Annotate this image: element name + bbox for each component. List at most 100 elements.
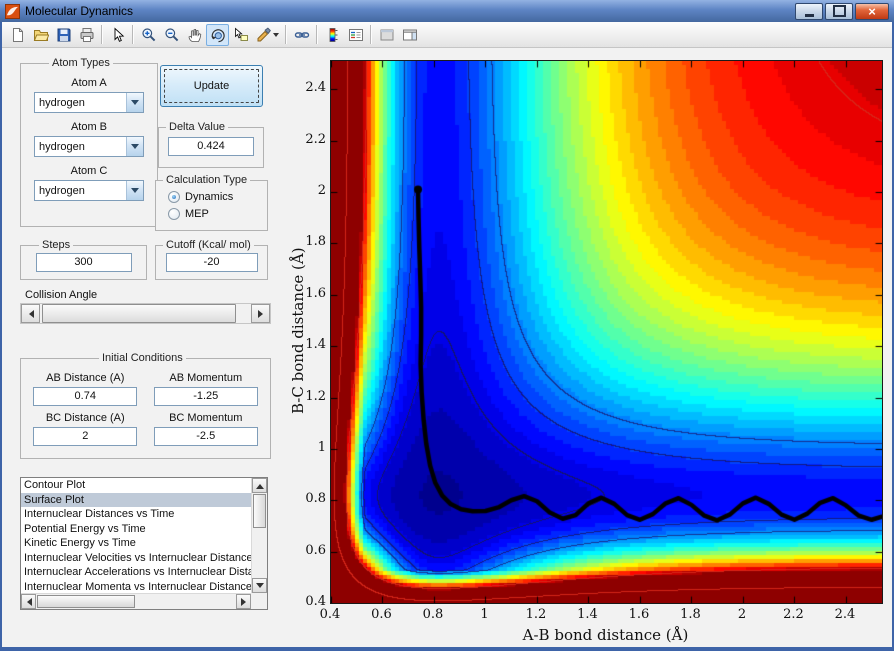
x-tick-label: 1.6	[628, 607, 650, 622]
list-item[interactable]: Internuclear Velocities vs Internuclear …	[21, 551, 251, 566]
ab-distance-field[interactable]: 0.74	[33, 387, 138, 406]
collision-angle-label: Collision Angle	[25, 289, 98, 301]
atom-a-select[interactable]: hydrogen	[34, 92, 144, 113]
brush-icon[interactable]	[252, 24, 282, 46]
delta-value-title: Delta Value	[169, 121, 226, 133]
horizontal-scrollbar[interactable]	[21, 593, 251, 609]
atom-a-label: Atom A	[71, 77, 107, 89]
horizontal-scroll-thumb[interactable]	[37, 595, 135, 608]
plot-type-listbox[interactable]: Contour Plot Surface Plot Internuclear Dis…	[20, 477, 268, 610]
x-axis-label: A-B bond distance (Å)	[522, 626, 689, 644]
initial-conditions-title: Initial Conditions	[102, 352, 183, 364]
radio-dynamics-dot[interactable]	[168, 191, 180, 203]
y-tick-label: 1.8	[305, 234, 326, 250]
edit-plot-arrow-icon[interactable]	[106, 24, 129, 46]
toolbar-separator	[370, 25, 372, 44]
collision-angle-slider[interactable]	[20, 303, 271, 324]
list-item[interactable]: Internuclear Distances vs Time	[21, 507, 251, 522]
zoom-out-icon[interactable]	[160, 24, 183, 46]
rotate-3d-icon[interactable]	[206, 23, 229, 46]
new-document-icon[interactable]	[6, 24, 29, 46]
chevron-down-icon[interactable]	[126, 137, 143, 156]
update-button[interactable]: Update	[160, 65, 263, 107]
y-tick-label: 0.4	[305, 594, 326, 609]
atom-b-label: Atom B	[70, 121, 108, 133]
application-icon	[5, 3, 20, 19]
window-controls: ×	[795, 2, 889, 20]
maximize-button[interactable]	[825, 2, 853, 20]
y-tick-label: 0.8	[305, 491, 326, 507]
close-button[interactable]: ×	[855, 2, 889, 20]
vertical-scrollbar[interactable]	[251, 478, 267, 593]
ab-distance-label: AB Distance (A)	[46, 372, 125, 384]
y-tick-label: 0.6	[305, 542, 326, 558]
cutoff-panel: Cutoff (Kcal/ mol) -20	[155, 239, 268, 280]
calculation-type-title: Calculation Type	[166, 174, 248, 186]
link-plot-icon[interactable]	[290, 24, 313, 46]
bc-distance-field[interactable]: 2	[33, 427, 138, 446]
zoom-in-icon[interactable]	[137, 24, 160, 46]
atom-types-title: Atom Types	[52, 57, 110, 69]
window-title: Molecular Dynamics	[25, 4, 134, 18]
delta-value-field[interactable]: 0.424	[168, 137, 254, 156]
chevron-down-icon[interactable]	[272, 33, 279, 40]
pan-hand-icon[interactable]	[183, 24, 206, 46]
bc-momentum-label: BC Momentum	[169, 412, 243, 424]
cutoff-field[interactable]: -20	[165, 253, 258, 272]
slider-thumb[interactable]	[42, 304, 237, 323]
chevron-down-icon[interactable]	[126, 181, 143, 200]
ab-momentum-field[interactable]: -1.25	[153, 387, 258, 406]
scroll-up-arrow[interactable]	[252, 478, 267, 493]
minimize-button[interactable]	[795, 2, 823, 20]
scroll-left-arrow[interactable]	[21, 594, 36, 609]
hide-plot-tools-icon[interactable]	[375, 24, 398, 46]
show-plot-tools-icon[interactable]	[398, 24, 421, 46]
bc-distance-label: BC Distance (A)	[45, 412, 125, 424]
insert-colorbar-icon[interactable]	[321, 24, 344, 46]
radio-mep-dot[interactable]	[168, 208, 180, 220]
listbox-items: Contour Plot Surface Plot Internuclear Dis…	[21, 478, 251, 593]
scroll-down-arrow[interactable]	[252, 578, 267, 593]
radio-dynamics[interactable]: Dynamics	[168, 191, 263, 203]
list-item[interactable]: Surface Plot	[21, 492, 251, 507]
x-tick-label: 2.4	[834, 607, 856, 622]
y-tick-label: 2.2	[305, 131, 326, 147]
open-folder-icon[interactable]	[29, 24, 52, 46]
radio-mep[interactable]: MEP	[168, 208, 263, 220]
delta-value-panel: Delta Value 0.424	[158, 121, 264, 168]
atom-c-select[interactable]: hydrogen	[34, 180, 144, 201]
data-cursor-icon[interactable]	[229, 24, 252, 46]
scroll-right-arrow[interactable]	[236, 594, 251, 609]
list-item[interactable]: Potential Energy vs Time	[21, 522, 251, 537]
list-item[interactable]: Internuclear Momenta vs Internuclear Dis…	[21, 580, 251, 594]
x-tick-label: 2.2	[783, 607, 804, 622]
list-item[interactable]: Contour Plot	[21, 478, 251, 493]
atom-b-select[interactable]: hydrogen	[34, 136, 144, 157]
y-tick-label: 2	[317, 183, 326, 198]
y-tick-label: 1.4	[305, 337, 326, 353]
initial-conditions-panel: Initial Conditions AB Distance (A) AB Mo…	[20, 352, 271, 459]
steps-field[interactable]: 300	[35, 253, 132, 272]
chevron-down-icon[interactable]	[126, 93, 143, 112]
vertical-scroll-thumb[interactable]	[253, 494, 266, 528]
title-bar[interactable]: Molecular Dynamics ×	[0, 0, 894, 22]
save-icon[interactable]	[52, 24, 75, 46]
contour-plot-canvas	[330, 60, 883, 604]
x-tick-label: 1.2	[525, 607, 547, 622]
list-item[interactable]: Internuclear Accelerations vs Internucle…	[21, 565, 251, 580]
calculation-type-panel: Calculation Type Dynamics MEP	[155, 174, 268, 231]
y-tick-label: 1	[317, 439, 326, 455]
steps-panel: Steps 300	[20, 239, 147, 280]
x-tick-label: 1.4	[577, 607, 598, 622]
print-icon[interactable]	[75, 24, 98, 46]
slider-left-arrow[interactable]	[21, 304, 40, 323]
window-content: Atom Types Atom A hydrogen Atom B hydrog…	[2, 22, 892, 647]
list-item[interactable]: Kinetic Energy vs Time	[21, 536, 251, 551]
slider-track[interactable]	[40, 304, 251, 323]
y-tick-label: 1.2	[305, 388, 326, 404]
insert-legend-icon[interactable]	[344, 24, 367, 46]
y-tick-label: 1.6	[305, 285, 326, 301]
bc-momentum-field[interactable]: -2.5	[153, 427, 258, 446]
x-tick-label: 1	[480, 607, 489, 622]
slider-right-arrow[interactable]	[251, 304, 270, 323]
